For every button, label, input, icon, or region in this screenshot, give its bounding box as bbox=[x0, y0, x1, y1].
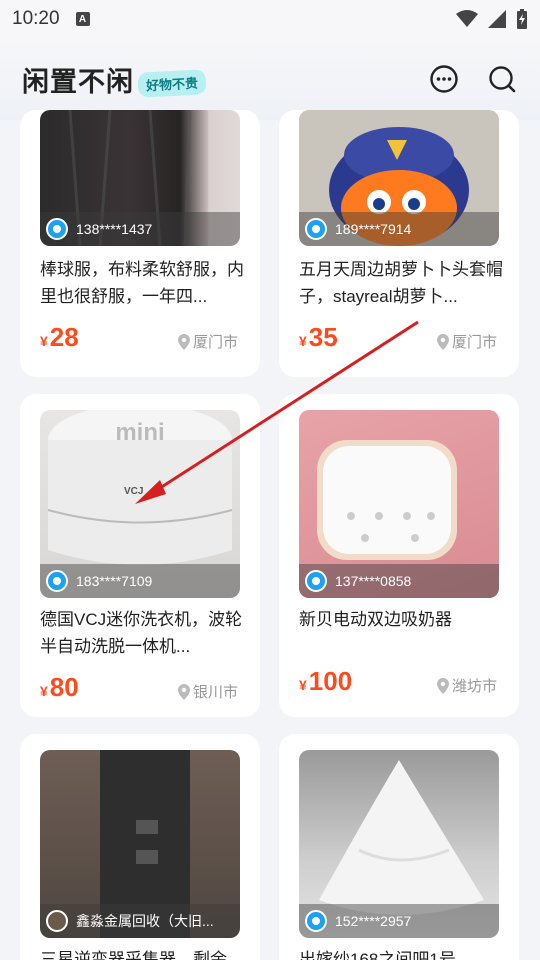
product-location: 银川市 bbox=[177, 681, 238, 702]
seller-name: 183****7109 bbox=[76, 573, 153, 589]
location-text: 银川市 bbox=[192, 684, 238, 701]
location-text: 厦门市 bbox=[451, 334, 497, 351]
currency-symbol: ¥ bbox=[299, 677, 307, 693]
product-title: 新贝电动双边吸奶器 bbox=[299, 610, 452, 629]
product-title: 三星逆变器采集器，剩余 bbox=[40, 950, 227, 960]
product-location: 厦门市 bbox=[436, 331, 497, 352]
product-card[interactable]: 138****1437 棒球服，布料柔软舒服，内里也很舒服，一年四... ¥ 2… bbox=[20, 110, 260, 377]
chat-bubble-icon bbox=[430, 65, 458, 93]
seller-name: 138****1437 bbox=[76, 221, 153, 237]
product-card[interactable]: 137****0858 新贝电动双边吸奶器 ¥ 100 潍坊市 bbox=[279, 394, 519, 717]
seller-avatar bbox=[305, 570, 327, 592]
seller-avatar bbox=[305, 910, 327, 932]
brand-text: mini bbox=[115, 419, 164, 446]
seller-avatar bbox=[46, 910, 68, 932]
currency-symbol: ¥ bbox=[299, 333, 307, 349]
signal-icon bbox=[488, 10, 506, 28]
search-icon bbox=[489, 66, 516, 93]
product-title: 出嫁纱168之间吧1号 bbox=[299, 950, 456, 960]
product-card[interactable]: 189****7914 五月天周边胡萝卜卜头套帽子，stayreal胡萝卜...… bbox=[279, 110, 519, 377]
product-image: 鑫淼金属回收（大旧... bbox=[40, 750, 240, 938]
seller-avatar bbox=[46, 218, 68, 240]
product-image: 138****1437 bbox=[40, 110, 240, 246]
product-image: mini VCJ 183****7109 bbox=[40, 410, 240, 598]
product-price: ¥ 35 bbox=[299, 322, 338, 353]
product-price: ¥ 100 bbox=[299, 666, 352, 697]
location-text: 厦门市 bbox=[192, 334, 238, 351]
status-bar: 10:20 A bbox=[0, 0, 540, 38]
currency-symbol: ¥ bbox=[40, 683, 48, 699]
location-pin-icon bbox=[436, 677, 449, 694]
seller-overlay: 183****7109 bbox=[40, 564, 240, 598]
location-text: 潍坊市 bbox=[451, 678, 497, 695]
seller-overlay: 152****2957 bbox=[299, 904, 499, 938]
price-value: 80 bbox=[49, 672, 79, 702]
notification-a-icon: A bbox=[75, 12, 90, 26]
product-title: 德国VCJ迷你洗衣机，波轮半自动洗脱一体机... bbox=[40, 610, 243, 656]
product-card[interactable]: 152****2957 出嫁纱168之间吧1号 bbox=[279, 734, 519, 960]
seller-name: 137****0858 bbox=[335, 573, 412, 589]
product-image: 137****0858 bbox=[299, 410, 499, 598]
wifi-icon bbox=[456, 10, 478, 27]
status-time: 10:20 bbox=[12, 8, 60, 29]
location-pin-icon bbox=[177, 333, 190, 350]
seller-overlay: 189****7914 bbox=[299, 212, 499, 246]
product-title: 棒球服，布料柔软舒服，内里也很舒服，一年四... bbox=[40, 260, 244, 306]
seller-overlay: 137****0858 bbox=[299, 564, 499, 598]
product-image: 152****2957 bbox=[299, 750, 499, 938]
seller-avatar bbox=[46, 570, 68, 592]
slogan-badge: 好物不贵 bbox=[137, 68, 207, 98]
location-pin-icon bbox=[177, 683, 190, 700]
product-card[interactable]: mini VCJ 183****7109 德国VCJ迷你洗衣机，波轮半自动洗脱一… bbox=[20, 394, 260, 717]
seller-overlay: 鑫淼金属回收（大旧... bbox=[40, 904, 240, 938]
page-title: 闲置不闲 bbox=[22, 66, 134, 97]
battery-icon bbox=[517, 9, 527, 29]
status-icons bbox=[456, 9, 528, 29]
price-value: 100 bbox=[308, 666, 353, 696]
brand-text: VCJ bbox=[124, 486, 143, 497]
product-location: 厦门市 bbox=[177, 331, 238, 352]
product-card[interactable]: 鑫淼金属回收（大旧... 三星逆变器采集器，剩余 bbox=[20, 734, 260, 960]
product-price: ¥ 80 bbox=[40, 672, 79, 703]
price-value: 28 bbox=[49, 322, 79, 352]
messages-button[interactable] bbox=[428, 63, 460, 95]
seller-name: 152****2957 bbox=[335, 913, 412, 929]
brand-logo: 闲置不闲 好物不贵 bbox=[22, 60, 207, 99]
product-image: 189****7914 bbox=[299, 110, 499, 246]
seller-overlay: 138****1437 bbox=[40, 212, 240, 246]
seller-avatar bbox=[305, 218, 327, 240]
location-pin-icon bbox=[436, 333, 449, 350]
search-button[interactable] bbox=[486, 63, 518, 95]
product-price: ¥ 28 bbox=[40, 322, 79, 353]
app-header: 闲置不闲 好物不贵 bbox=[0, 38, 540, 120]
currency-symbol: ¥ bbox=[40, 333, 48, 349]
seller-name: 189****7914 bbox=[335, 221, 412, 237]
seller-name: 鑫淼金属回收（大旧... bbox=[76, 913, 214, 929]
product-location: 潍坊市 bbox=[436, 675, 497, 696]
price-value: 35 bbox=[308, 322, 338, 352]
product-title: 五月天周边胡萝卜卜头套帽子，stayreal胡萝卜... bbox=[299, 260, 503, 306]
